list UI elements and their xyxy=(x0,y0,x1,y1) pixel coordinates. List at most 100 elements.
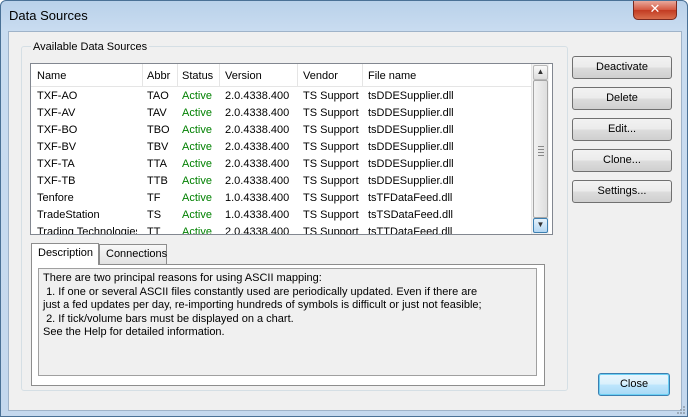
list-header: Name Abbr Status Version Vendor File nam… xyxy=(31,64,531,87)
cell-name: TXF-TB xyxy=(37,175,76,187)
window-title: Data Sources xyxy=(9,8,88,23)
cell-vendor: TS Support xyxy=(303,141,359,153)
cell-file-name: tsTSDataFeed.dll xyxy=(368,209,453,221)
cell-status: Active xyxy=(182,141,212,153)
cell-vendor: TS Support xyxy=(303,192,359,204)
tab-panel: There are two principal reasons for usin… xyxy=(31,264,545,386)
column-header-version[interactable]: Version xyxy=(225,70,262,82)
description-text: There are two principal reasons for usin… xyxy=(38,268,537,376)
cell-abbr: TT xyxy=(147,226,161,235)
cell-name: Tenfore xyxy=(37,192,74,204)
cell-abbr: TBV xyxy=(147,141,169,153)
cell-status: Active xyxy=(182,192,212,204)
close-icon: ✕ xyxy=(649,2,661,17)
column-divider[interactable] xyxy=(297,64,298,86)
cell-status: Active xyxy=(182,175,212,187)
cell-file-name: tsDDESupplier.dll xyxy=(368,107,454,119)
cell-name: Trading Technologies xyxy=(37,226,137,235)
resize-grip-icon[interactable] xyxy=(675,404,685,414)
cell-version: 2.0.4338.400 xyxy=(225,175,290,187)
cell-name: TradeStation xyxy=(37,209,100,221)
column-divider[interactable] xyxy=(362,64,363,86)
cell-file-name: tsDDESupplier.dll xyxy=(368,90,454,102)
group-label: Available Data Sources xyxy=(31,41,150,53)
cell-name: TXF-BO xyxy=(37,124,78,136)
settings-button[interactable]: Settings... xyxy=(572,180,672,203)
close-button[interactable]: Close xyxy=(598,373,670,396)
cell-vendor: TS Support xyxy=(303,226,359,235)
dialog-client-area: Available Data Sources Name Abbr Status … xyxy=(8,31,682,411)
column-header-status[interactable]: Status xyxy=(182,70,213,82)
cell-abbr: TF xyxy=(147,192,161,204)
cell-status: Active xyxy=(182,90,212,102)
scroll-down-button[interactable]: ▼ xyxy=(533,218,548,233)
scroll-up-button[interactable]: ▲ xyxy=(533,65,548,80)
table-row[interactable]: TXF-TB TTB Active 2.0.4338.400 TS Suppor… xyxy=(31,173,531,190)
table-row[interactable]: TXF-AO TAO Active 2.0.4338.400 TS Suppor… xyxy=(31,88,531,105)
cell-file-name: tsDDESupplier.dll xyxy=(368,158,454,170)
tab-description[interactable]: Description xyxy=(31,243,99,265)
arrow-down-icon: ▼ xyxy=(536,220,545,229)
scroll-thumb[interactable] xyxy=(533,80,548,218)
cell-abbr: TBO xyxy=(147,124,170,136)
cell-version: 1.0.4338.400 xyxy=(225,192,290,204)
cell-vendor: TS Support xyxy=(303,107,359,119)
cell-status: Active xyxy=(182,209,212,221)
data-sources-list[interactable]: Name Abbr Status Version Vendor File nam… xyxy=(30,63,553,235)
column-divider[interactable] xyxy=(177,64,178,86)
arrow-up-icon: ▲ xyxy=(536,67,545,76)
cell-file-name: tsDDESupplier.dll xyxy=(368,141,454,153)
cell-name: TXF-BV xyxy=(37,141,77,153)
cell-abbr: TAV xyxy=(147,107,167,119)
cell-version: 2.0.4338.400 xyxy=(225,124,290,136)
column-divider[interactable] xyxy=(219,64,220,86)
window-close-button[interactable]: ✕ xyxy=(633,1,677,20)
edit-button[interactable]: Edit... xyxy=(572,118,672,141)
table-row[interactable]: TXF-TA TTA Active 2.0.4338.400 TS Suppor… xyxy=(31,156,531,173)
cell-name: TXF-AO xyxy=(37,90,78,102)
cell-status: Active xyxy=(182,226,212,235)
table-row[interactable]: Trading Technologies TT Active 2.0.4338.… xyxy=(31,224,531,235)
cell-abbr: TS xyxy=(147,209,162,221)
cell-version: 2.0.4338.400 xyxy=(225,158,290,170)
column-header-abbr[interactable]: Abbr xyxy=(147,70,170,82)
cell-name: TXF-TA xyxy=(37,158,75,170)
cell-file-name: tsTTDataFeed.dll xyxy=(368,226,453,235)
table-row[interactable]: Tenfore TF Active 1.0.4338.400 TS Suppor… xyxy=(31,190,531,207)
delete-button[interactable]: Delete xyxy=(572,87,672,110)
column-divider[interactable] xyxy=(142,64,143,86)
cell-file-name: tsDDESupplier.dll xyxy=(368,175,454,187)
grip-icon xyxy=(538,146,544,158)
table-row[interactable]: TXF-AV TAV Active 2.0.4338.400 TS Suppor… xyxy=(31,105,531,122)
cell-abbr: TTB xyxy=(147,175,168,187)
cell-version: 2.0.4338.400 xyxy=(225,107,290,119)
column-header-file-name[interactable]: File name xyxy=(368,70,416,82)
tab-connections[interactable]: Connections xyxy=(99,244,167,264)
cell-version: 2.0.4338.400 xyxy=(225,90,290,102)
cell-file-name: tsDDESupplier.dll xyxy=(368,124,454,136)
cell-vendor: TS Support xyxy=(303,124,359,136)
deactivate-button[interactable]: Deactivate xyxy=(572,56,672,79)
table-row[interactable]: TXF-BO TBO Active 2.0.4338.400 TS Suppor… xyxy=(31,122,531,139)
cell-vendor: TS Support xyxy=(303,158,359,170)
column-header-vendor[interactable]: Vendor xyxy=(303,70,338,82)
cell-vendor: TS Support xyxy=(303,175,359,187)
cell-file-name: tsTFDataFeed.dll xyxy=(368,192,453,204)
cell-name: TXF-AV xyxy=(37,107,76,119)
cell-status: Active xyxy=(182,107,212,119)
title-bar[interactable]: Data Sources ✕ xyxy=(1,1,687,31)
cell-version: 1.0.4338.400 xyxy=(225,209,290,221)
cell-status: Active xyxy=(182,124,212,136)
cell-abbr: TTA xyxy=(147,158,167,170)
table-row[interactable]: TXF-BV TBV Active 2.0.4338.400 TS Suppor… xyxy=(31,139,531,156)
vertical-scrollbar[interactable]: ▲ ▼ xyxy=(531,64,549,234)
cell-version: 2.0.4338.400 xyxy=(225,226,290,235)
cell-vendor: TS Support xyxy=(303,90,359,102)
cell-abbr: TAO xyxy=(147,90,169,102)
cell-vendor: TS Support xyxy=(303,209,359,221)
cell-status: Active xyxy=(182,158,212,170)
table-row[interactable]: TradeStation TS Active 1.0.4338.400 TS S… xyxy=(31,207,531,224)
column-header-name[interactable]: Name xyxy=(37,70,66,82)
clone-button[interactable]: Clone... xyxy=(572,149,672,172)
data-sources-window: Data Sources ✕ Available Data Sources Na… xyxy=(0,0,688,417)
